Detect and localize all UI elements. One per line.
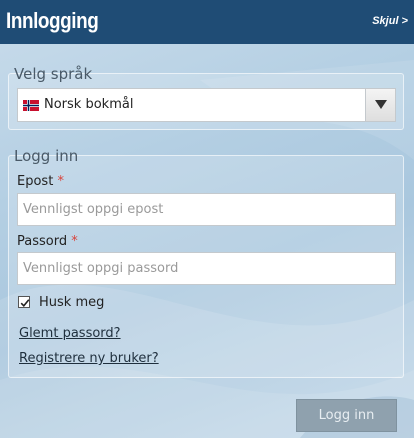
hide-link[interactable]: Skjul > bbox=[372, 15, 408, 27]
dropdown-toggle[interactable] bbox=[365, 89, 395, 121]
language-select-value: Norsk bokmål bbox=[44, 97, 134, 112]
page-title: Innlogging bbox=[6, 8, 99, 33]
chevron-down-icon bbox=[375, 100, 387, 109]
forgot-password-link[interactable]: Glemt passord? bbox=[19, 326, 121, 341]
email-label-text: Epost bbox=[17, 174, 54, 189]
login-button[interactable]: Logg inn bbox=[296, 399, 397, 432]
checkmark-icon bbox=[20, 299, 30, 307]
password-label: Passord * bbox=[17, 234, 78, 249]
remember-me-checkbox[interactable] bbox=[18, 296, 30, 308]
login-panel: Logg inn Epost * Passord * Husk meg Glem… bbox=[8, 147, 404, 378]
language-legend: Velg språk bbox=[14, 65, 93, 83]
language-panel: Velg språk Norsk bokmål bbox=[8, 65, 404, 130]
language-select[interactable]: Norsk bokmål bbox=[17, 88, 396, 122]
password-label-text: Passord bbox=[17, 234, 68, 249]
email-field[interactable] bbox=[17, 193, 396, 226]
remember-me-label: Husk meg bbox=[39, 295, 105, 310]
header-bar: Innlogging Skjul > bbox=[0, 0, 414, 44]
norway-flag-icon bbox=[23, 100, 39, 111]
password-field[interactable] bbox=[17, 252, 396, 285]
email-required-marker: * bbox=[57, 174, 64, 189]
register-link[interactable]: Registrere ny bruker? bbox=[19, 351, 159, 366]
password-required-marker: * bbox=[71, 234, 78, 249]
email-label: Epost * bbox=[17, 174, 64, 189]
login-legend: Logg inn bbox=[14, 147, 79, 165]
